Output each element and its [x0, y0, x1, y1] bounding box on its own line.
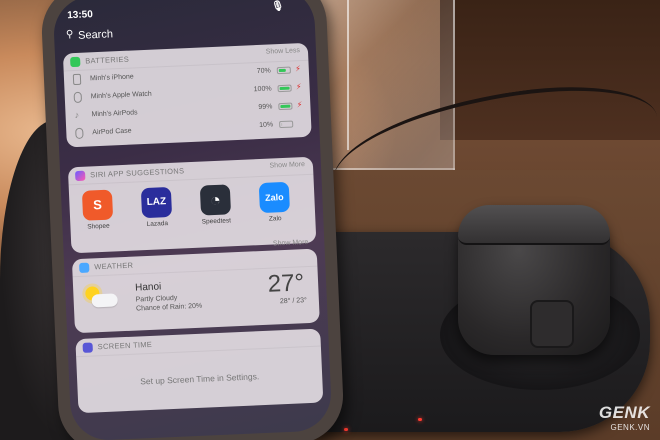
app-shopee[interactable]: S Shopee: [77, 189, 119, 231]
shopee-icon: S: [81, 189, 114, 221]
battery-level: [278, 68, 286, 73]
charging-bolt-icon: ⚡: [294, 64, 301, 74]
iphone-icon: [72, 73, 82, 86]
device-name: Minh's iPhone: [89, 73, 134, 83]
watermark-url: GENK.VN: [610, 423, 650, 432]
phone-screen: 13:50 🎙 ⚲ Search BATTERIES Show Less Min…: [52, 0, 333, 440]
battery-level: [279, 86, 290, 91]
battery-level: [281, 123, 283, 127]
watermark: GENK GENK.VN: [599, 403, 650, 432]
weather-condition: Partly Cloudy: [135, 294, 178, 304]
device-name: Minh's Apple Watch: [90, 90, 152, 101]
weather-widget: WEATHER Show More Hanoi Partly Cloudy Ch…: [71, 239, 320, 334]
mic-icon[interactable]: 🎙: [271, 1, 284, 13]
widget-title: WEATHER: [94, 260, 134, 272]
screen-time-widget: SCREEN TIME Set up Screen Time in Settin…: [75, 328, 324, 414]
battery-level: [280, 104, 291, 109]
battery-gauge: [276, 66, 291, 75]
batteries-widget: BATTERIES Show Less Minh's iPhone 70% ⚡ …: [62, 42, 312, 148]
app-lazada[interactable]: LAZ Lazada: [136, 186, 178, 229]
weather-body: Hanoi Partly Cloudy Chance of Rain: 20% …: [73, 267, 320, 334]
battery-gauge: [278, 102, 293, 111]
airpods-case-clip: [530, 300, 574, 348]
zalo-icon: Zalo: [258, 181, 290, 214]
app-zalo[interactable]: Zalo Zalo: [254, 181, 296, 224]
watch-icon: [73, 91, 83, 104]
cloud-shape: [91, 293, 118, 308]
widget-title: SCREEN TIME: [97, 339, 153, 352]
battery-icon: [70, 56, 81, 68]
app-label: Shopee: [87, 222, 110, 231]
app-speedtest[interactable]: ◔ Speedtest: [195, 184, 237, 226]
rain-chance: Chance of Rain: 20%: [135, 302, 203, 313]
temperature-range: 28° / 23°: [279, 297, 308, 306]
watermark-logo: GENK: [598, 403, 650, 422]
app-label: Speedtest: [201, 217, 232, 226]
screen-time-message: Set up Screen Time in Settings.: [140, 371, 260, 387]
search-icon: ⚲: [65, 29, 74, 41]
status-time: 13:50: [66, 9, 94, 22]
battery-percent: 99%: [258, 103, 273, 112]
screen-time-body[interactable]: Set up Screen Time in Settings.: [76, 347, 323, 414]
battery-percent: 100%: [253, 85, 272, 94]
hourglass-icon: [82, 342, 93, 353]
battery-percent: 70%: [256, 67, 271, 76]
current-temperature: 27°: [267, 269, 305, 298]
speedtest-icon: ◔: [199, 184, 232, 216]
siri-icon: [75, 170, 86, 182]
partly-cloudy-icon: [83, 285, 118, 310]
siri-suggestions-widget: SIRI APP SUGGESTIONS Show More S Shopee …: [67, 156, 317, 254]
app-label: Lazada: [146, 220, 169, 229]
weather-city: Hanoi: [134, 281, 162, 294]
airpods-icon: ♪: [74, 109, 80, 121]
device-name: AirPod Case: [92, 127, 132, 137]
iphone: 13:50 🎙 ⚲ Search BATTERIES Show Less Min…: [39, 0, 346, 440]
widget-title: SIRI APP SUGGESTIONS: [90, 166, 185, 180]
widget-title: BATTERIES: [85, 54, 130, 66]
lazada-icon: LAZ: [140, 186, 173, 219]
charger-led: [418, 418, 422, 421]
charger-led: [344, 428, 348, 431]
app-label: Zalo: [268, 215, 282, 223]
battery-gauge: [277, 84, 292, 93]
weather-app-icon: [79, 262, 90, 273]
search-label: Search: [77, 28, 114, 42]
airpods-case-icon: [75, 127, 84, 140]
charging-bolt-icon: ⚡: [295, 82, 302, 92]
charging-bolt-icon: ⚡: [296, 100, 303, 110]
show-more-button[interactable]: Show More: [269, 161, 305, 170]
device-name: Minh's AirPods: [91, 109, 138, 119]
show-more-button[interactable]: Show More: [273, 239, 309, 248]
show-less-button[interactable]: Show Less: [266, 47, 301, 55]
battery-gauge: [279, 120, 294, 129]
battery-percent: 10%: [259, 121, 274, 130]
airpods-case-lid: [458, 205, 610, 245]
